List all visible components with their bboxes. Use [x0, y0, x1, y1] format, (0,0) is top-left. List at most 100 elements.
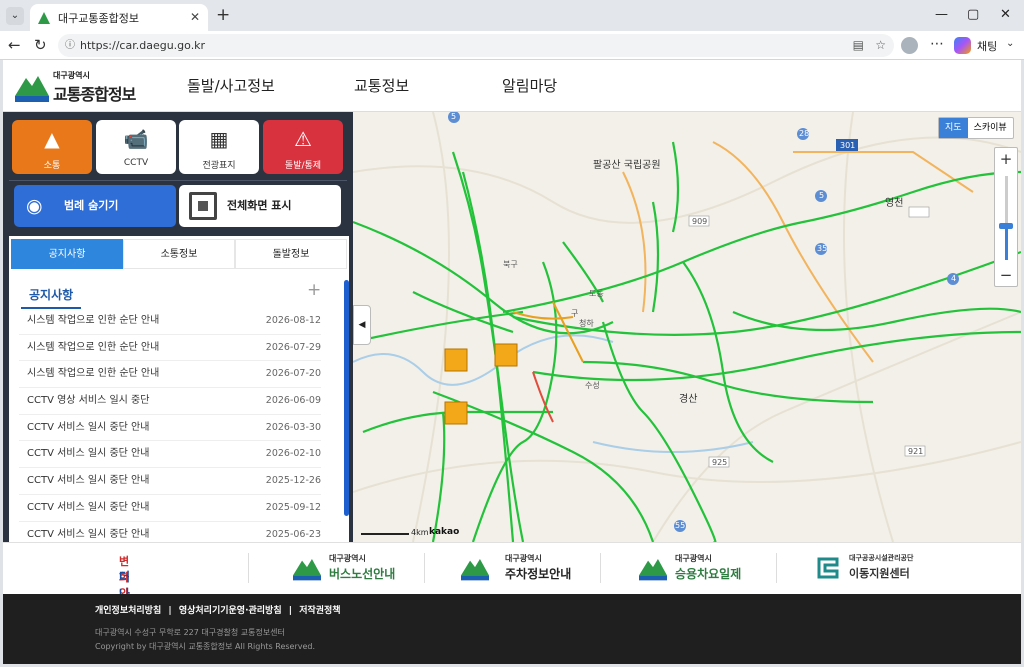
- left-panel: ▲ 소통 📹 CCTV ▦ 전광표지 ⚠ 돌발/통제 ◉ 범례 숨기기 전체화면…: [3, 112, 353, 549]
- quick-button-sign-board[interactable]: ▦ 전광표지: [179, 120, 259, 174]
- zoom-control: + −: [994, 147, 1018, 287]
- banner-line2: 주차정보안내: [505, 567, 572, 581]
- zoom-in-icon[interactable]: +: [995, 148, 1017, 170]
- road-icon: ▲: [44, 127, 60, 151]
- notice-row[interactable]: 시스템 작업으로 인한 순단 안내 2026-08-12: [19, 308, 321, 335]
- quick-button-cctv[interactable]: 📹 CCTV: [96, 120, 176, 174]
- map-type-skyview[interactable]: 스카이뷰: [968, 118, 1013, 138]
- notice-date: 2026-08-12: [265, 315, 321, 326]
- notice-date: 2026-06-09: [265, 395, 321, 407]
- browser-tab[interactable]: 대구교통종합정보 ✕: [30, 4, 208, 31]
- place-label: 청하: [579, 319, 594, 328]
- hide-legend-button[interactable]: ◉ 범례 숨기기: [14, 185, 176, 227]
- menu-notice-board[interactable]: 알림마당: [502, 75, 557, 96]
- notice-row[interactable]: CCTV 영상 서비스 일시 중단 2026-06-09: [19, 388, 321, 415]
- kakao-logo: kakao: [429, 527, 460, 537]
- footer-separator: |: [288, 606, 293, 616]
- banner-mobility-center[interactable]: 대구공공시설관리공단 이동지원센터: [815, 553, 945, 585]
- reload-icon[interactable]: ↻: [34, 36, 47, 54]
- banner-line1: 대구광역시: [329, 554, 366, 563]
- banner-divider: [424, 553, 425, 583]
- place-label: 경산: [679, 394, 698, 405]
- sign-board-icon: ▦: [209, 127, 229, 151]
- footer-links: 개인정보처리방침 | 영상처리기기운영·관리방침 | 저작권정책: [95, 603, 345, 616]
- notice-section-title: 공지사항: [21, 286, 82, 309]
- menu-traffic-info[interactable]: 교통정보: [354, 75, 409, 96]
- tab-notice[interactable]: 공지사항: [11, 239, 123, 269]
- notice-row[interactable]: CCTV 서비스 일시 중단 안내 2026-03-30: [19, 415, 321, 442]
- site-logo[interactable]: 대구광역시 교통종합정보: [15, 70, 150, 104]
- daegu-logo-icon: [293, 558, 321, 581]
- eye-hidden-icon: ◉: [26, 195, 43, 217]
- profile-avatar[interactable]: [901, 37, 918, 54]
- footer-link-privacy[interactable]: 개인정보처리방침: [95, 606, 161, 616]
- notice-date: 2026-02-10: [265, 448, 321, 460]
- tab-close-icon[interactable]: ✕: [190, 10, 200, 24]
- reading-view-icon[interactable]: ▤: [853, 34, 864, 57]
- footer-link-copyright[interactable]: 저작권정책: [299, 606, 340, 616]
- traffic-map[interactable]: 팔공산 국립공원 영천 북구 도동 수성 경산 구 청하 5 28 301 90…: [353, 112, 1021, 542]
- banner-line1: 대구광역시: [505, 554, 542, 563]
- notice-date: 2025-09-12: [265, 501, 321, 513]
- more-options-icon[interactable]: ⋯: [930, 36, 944, 52]
- notice-row[interactable]: CCTV 서비스 일시 중단 안내 2025-09-12: [19, 495, 321, 522]
- copilot-icon[interactable]: [954, 37, 971, 54]
- url-field[interactable]: ⓘ https://car.daegu.go.kr ▤ ☆: [58, 34, 894, 57]
- more-notices-plus-icon[interactable]: +: [307, 280, 321, 300]
- fullscreen-icon: [189, 192, 217, 220]
- notice-date: 2026-07-29: [265, 341, 321, 353]
- footer-link-video-policy[interactable]: 영상처리기기운영·관리방침: [179, 606, 282, 616]
- site-page: 대구광역시 교통종합정보 돌발/사고정보 교통정보 알림마당 ▲ 소통 📹 CC…: [3, 60, 1021, 664]
- notice-row[interactable]: CCTV 서비스 일시 중단 안내 2025-12-26: [19, 468, 321, 495]
- favorite-star-icon[interactable]: ☆: [875, 34, 886, 57]
- zoom-out-icon[interactable]: −: [995, 264, 1017, 286]
- quick-button-incident[interactable]: ⚠ 돌발/통제: [263, 120, 343, 174]
- zoom-slider-handle[interactable]: [999, 223, 1013, 229]
- notice-row[interactable]: 시스템 작업으로 인한 순단 안내 2026-07-20: [19, 361, 321, 389]
- banner-bus-route[interactable]: 대구광역시 버스노선안내: [293, 553, 403, 585]
- place-label: 북구: [503, 260, 518, 269]
- new-tab-icon[interactable]: +: [216, 5, 230, 25]
- banner-line1: 대구광역시: [675, 554, 712, 563]
- notice-title: CCTV 서비스 일시 중단 안내: [27, 528, 150, 540]
- notice-title: 시스템 작업으로 인한 순단 안내: [27, 368, 160, 380]
- banner-divider: [248, 553, 249, 583]
- tab-list-chevron-icon[interactable]: ⌄: [6, 7, 24, 25]
- notice-scrollbar[interactable]: [344, 280, 349, 516]
- info-box: 공지사항 소통정보 돌발정보 공지사항 + 시스템 작업으로 인한 순단 안내 2…: [9, 236, 349, 549]
- notice-title: CCTV 서비스 일시 중단 안내: [27, 475, 150, 487]
- place-label: 구: [571, 309, 579, 318]
- menu-incident-info[interactable]: 돌발/사고정보: [187, 75, 275, 96]
- place-label: 영천: [885, 198, 904, 209]
- window-close-icon[interactable]: ✕: [1000, 7, 1011, 22]
- daegu-logo-icon: [639, 558, 667, 581]
- notice-title: 시스템 작업으로 인한 순단 안내: [27, 315, 160, 326]
- fullscreen-button[interactable]: 전체화면 표시: [179, 185, 341, 227]
- collapse-panel-button[interactable]: ◀: [353, 305, 371, 345]
- notice-row[interactable]: CCTV 서비스 일시 중단 안내 2026-02-10: [19, 441, 321, 469]
- daegu-mountain-logo-icon: [15, 76, 49, 102]
- road-number-label: 55: [675, 521, 686, 530]
- place-label: 도동: [589, 289, 604, 298]
- tab-traffic[interactable]: 소통정보: [123, 239, 235, 269]
- site-info-icon[interactable]: ⓘ: [65, 34, 75, 57]
- quick-button-label: 돌발/통제: [284, 161, 322, 171]
- banner-divider: [776, 553, 777, 583]
- quick-button-traffic[interactable]: ▲ 소통: [12, 120, 92, 174]
- chat-label[interactable]: 채팅: [977, 38, 997, 54]
- cctv-icon: 📹: [123, 127, 149, 151]
- notice-row[interactable]: 시스템 작업으로 인한 순단 안내 2026-07-29: [19, 335, 321, 362]
- banner-car-free-day[interactable]: 대구광역시 승용차요일제: [639, 553, 759, 585]
- quick-button-label: 소통: [43, 161, 61, 171]
- road-number-label: 35: [817, 244, 828, 253]
- maximize-icon[interactable]: ▢: [967, 7, 979, 22]
- tab-incident[interactable]: 돌발정보: [235, 239, 347, 269]
- map-type-map[interactable]: 지도: [939, 118, 968, 138]
- minimize-icon[interactable]: —: [935, 7, 948, 22]
- banner-parking[interactable]: 대구광역시 주차정보안내: [461, 553, 581, 585]
- back-icon[interactable]: ←: [8, 36, 21, 54]
- chevron-down-icon[interactable]: ⌄: [1006, 38, 1014, 49]
- notice-list: 시스템 작업으로 인한 순단 안내 2026-08-12 시스템 작업으로 인한 …: [19, 308, 321, 549]
- warning-icon: ⚠: [294, 127, 312, 151]
- site-favicon-icon: [38, 11, 50, 24]
